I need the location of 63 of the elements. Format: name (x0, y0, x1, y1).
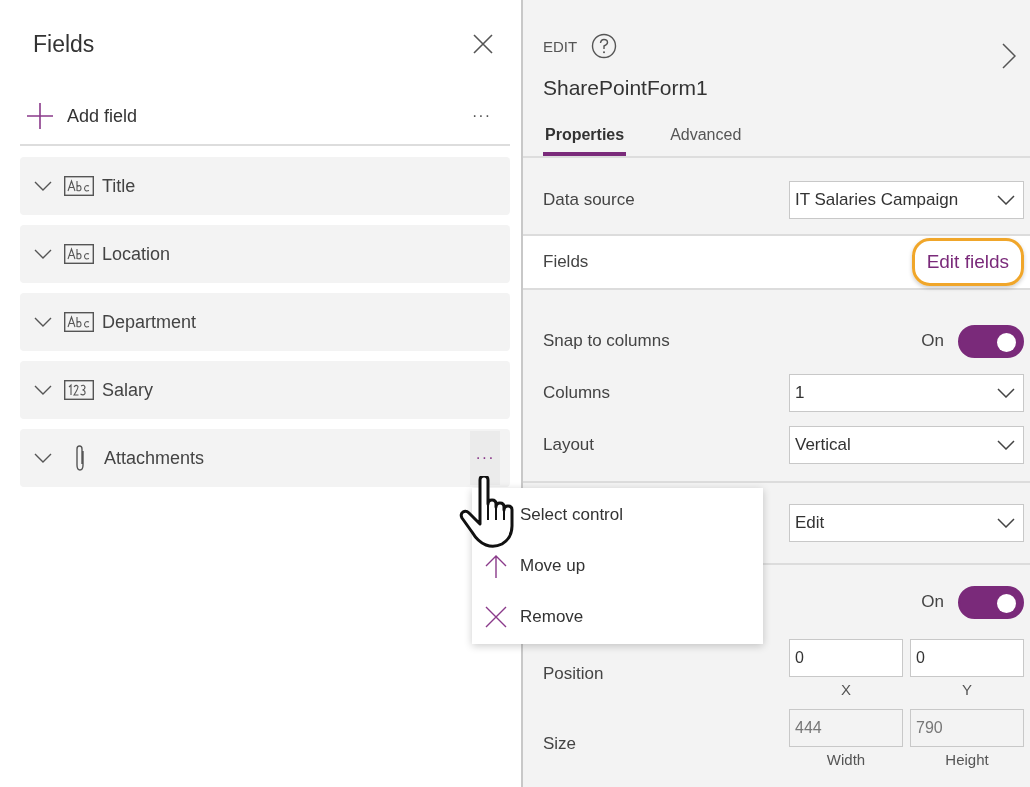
chevron-down-icon[interactable] (34, 181, 52, 191)
close-icon[interactable] (473, 34, 493, 54)
edit-fields-link[interactable]: Edit fields (911, 238, 1024, 286)
menu-item[interactable]: Remove (472, 592, 763, 641)
dropdown[interactable]: 1 (789, 374, 1024, 412)
add-field-button[interactable]: Add field (27, 103, 138, 129)
property-label: Snap to columns (543, 331, 670, 351)
text-field-icon (64, 176, 94, 196)
menu-item[interactable]: Select control (472, 491, 763, 540)
plus-icon (27, 103, 53, 129)
property-label: Columns (543, 383, 611, 403)
paperclip-icon (73, 444, 87, 472)
property-label: Size (543, 733, 577, 754)
chevron-right-icon[interactable] (1002, 43, 1016, 69)
field-caption: Width (826, 751, 866, 768)
chevron-down-icon[interactable] (34, 453, 52, 463)
field-card[interactable]: Department (20, 293, 510, 351)
field-caption: X (841, 681, 851, 698)
text-field-icon (64, 312, 94, 332)
help-icon[interactable] (591, 33, 618, 59)
number-field-icon (64, 380, 94, 400)
dropdown[interactable]: Vertical (789, 426, 1024, 464)
property-label: Position (543, 663, 604, 684)
property-label: Layout (543, 435, 595, 455)
number-field[interactable]: 0 (789, 639, 903, 677)
arrow-up-icon (485, 554, 507, 578)
close-icon (485, 605, 507, 628)
chevron-down-icon (997, 195, 1015, 205)
field-name: Department (102, 311, 198, 333)
more-button[interactable]: ··· (468, 107, 495, 125)
panel-title: Fields (33, 30, 95, 58)
text-field-icon (64, 244, 94, 264)
mode-label: EDIT (543, 37, 578, 55)
field-name: Attachments (104, 447, 206, 469)
chevron-down-icon[interactable] (34, 385, 52, 395)
tab[interactable]: Properties (543, 118, 627, 156)
chevron-down-icon (997, 518, 1015, 528)
control-name: SharePointForm1 (543, 76, 709, 100)
field-name: Salary (102, 379, 155, 401)
chevron-down-icon (997, 440, 1015, 450)
field-card[interactable]: Attachments ··· (20, 429, 510, 487)
field-card[interactable]: Salary (20, 361, 510, 419)
dropdown[interactable]: IT Salaries Campaign (789, 181, 1024, 219)
tab[interactable]: Advanced (668, 118, 744, 156)
chevron-down-icon[interactable] (34, 249, 52, 259)
menu-item[interactable]: Move up (472, 542, 763, 590)
chevron-down-icon (997, 388, 1015, 398)
field-name: Title (102, 175, 137, 197)
field-name: Location (102, 243, 172, 265)
field-caption: Height (945, 751, 989, 768)
number-field[interactable]: 0 (910, 639, 1024, 677)
dropdown[interactable]: Edit (789, 504, 1024, 542)
toggle-state: On (921, 331, 944, 351)
property-label: Data source (543, 190, 635, 210)
more-button[interactable]: ··· (470, 431, 500, 485)
field-caption: Y (962, 681, 972, 698)
toggle-switch[interactable] (958, 585, 1024, 619)
toggle-state: On (921, 592, 944, 612)
property-label: Fields (543, 252, 589, 272)
field-card[interactable]: Location (20, 225, 510, 283)
chevron-down-icon[interactable] (34, 317, 52, 327)
field-card[interactable]: Title (20, 157, 510, 215)
toggle-switch[interactable] (958, 324, 1024, 358)
